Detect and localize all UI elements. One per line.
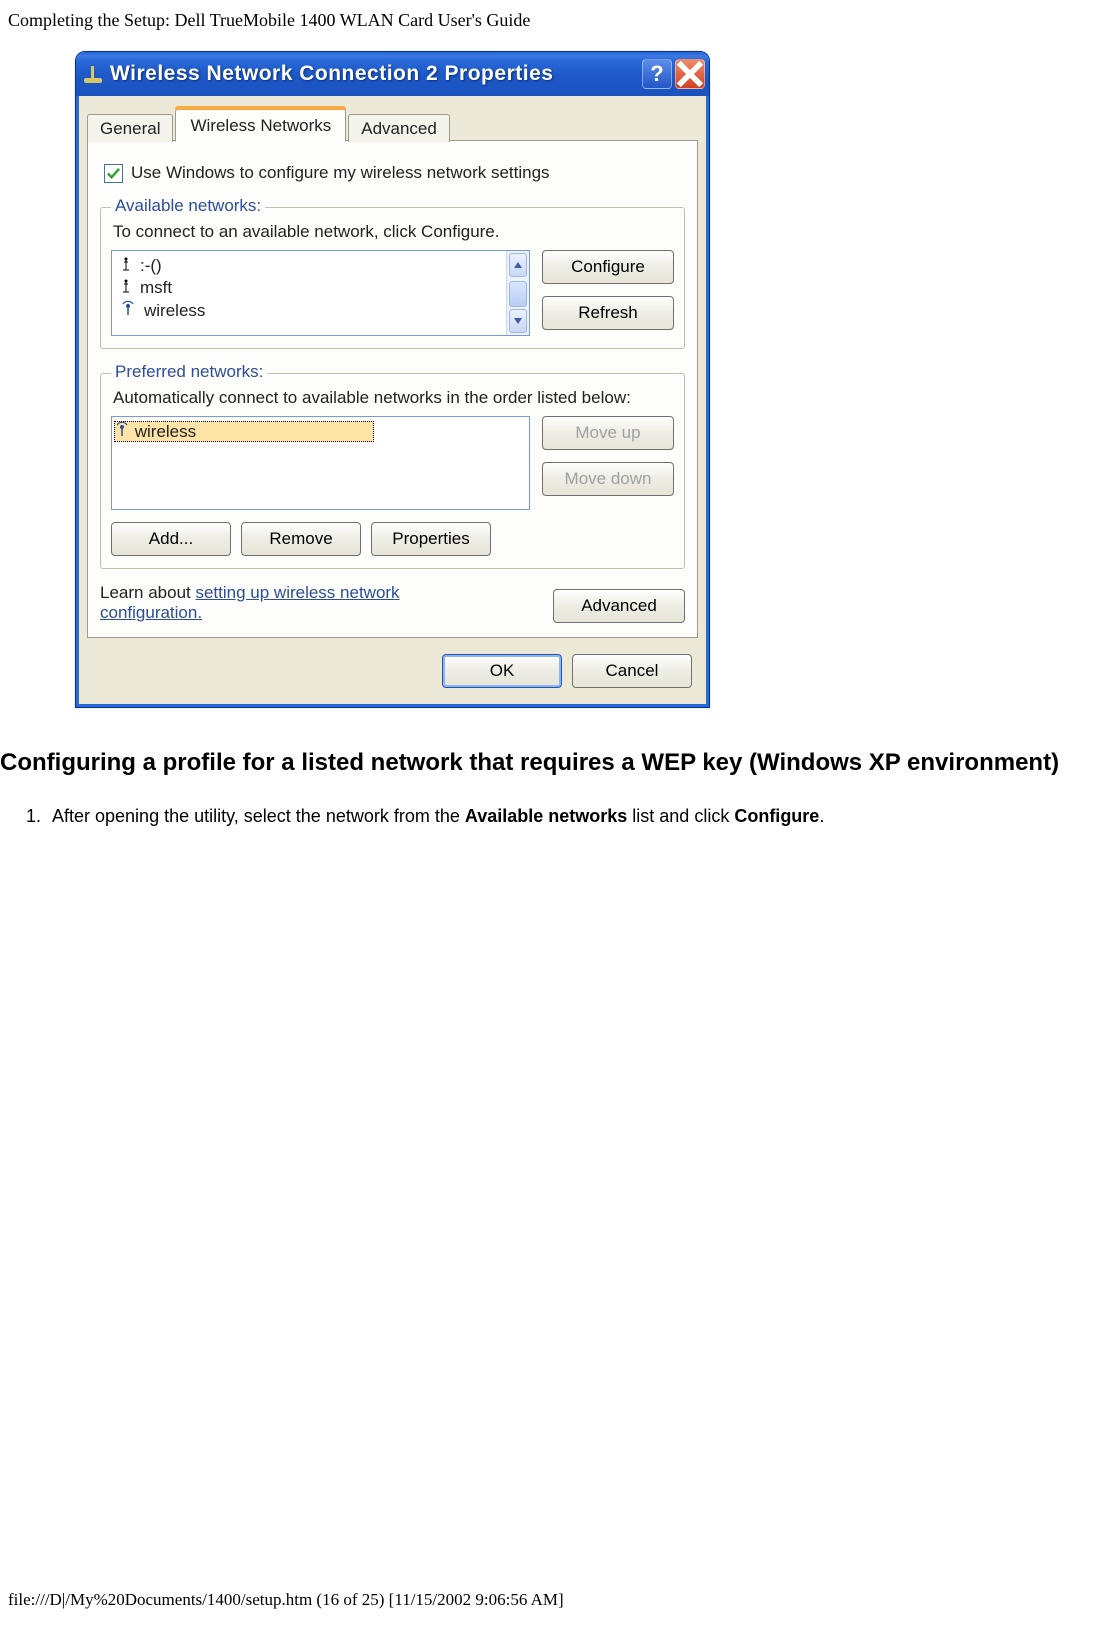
properties-button[interactable]: Properties — [371, 522, 491, 556]
preferred-networks-title: Preferred networks: — [111, 362, 267, 382]
steps-list: After opening the utility, select the ne… — [46, 806, 1094, 827]
use-windows-label: Use Windows to configure my wireless net… — [131, 163, 550, 183]
close-button[interactable] — [675, 59, 705, 89]
tab-advanced[interactable]: Advanced — [348, 114, 450, 142]
tower-icon — [120, 256, 132, 276]
available-item-2[interactable]: wireless — [112, 299, 506, 322]
scroll-up-button[interactable] — [509, 253, 527, 277]
tab-strip: General Wireless Networks Advanced — [87, 108, 698, 141]
preferred-networks-desc: Automatically connect to available netwo… — [113, 388, 674, 408]
cancel-button[interactable]: Cancel — [572, 654, 692, 688]
learn-text: Learn about setting up wireless network … — [100, 583, 460, 623]
available-scrollbar[interactable] — [506, 251, 529, 335]
antenna-icon — [114, 422, 135, 441]
document-header: Completing the Setup: Dell TrueMobile 14… — [0, 10, 1094, 51]
tab-wireless-networks[interactable]: Wireless Networks — [175, 109, 346, 142]
preferred-item-0[interactable]: wireless — [114, 421, 374, 442]
scroll-down-button[interactable] — [509, 309, 527, 333]
window-titlebar[interactable]: Wireless Network Connection 2 Properties… — [76, 52, 709, 96]
remove-button[interactable]: Remove — [241, 522, 361, 556]
advanced-button[interactable]: Advanced — [553, 589, 685, 623]
antenna-icon — [120, 300, 136, 321]
available-item-1[interactable]: msft — [112, 277, 506, 299]
wireless-icon — [84, 65, 102, 83]
xp-properties-window: Wireless Network Connection 2 Properties… — [75, 51, 710, 708]
refresh-button[interactable]: Refresh — [542, 296, 674, 330]
ok-button[interactable]: OK — [442, 654, 562, 688]
move-up-button[interactable]: Move up — [542, 416, 674, 450]
preferred-networks-list[interactable]: wireless — [111, 416, 530, 510]
window-title: Wireless Network Connection 2 Properties — [110, 62, 639, 86]
tower-icon — [120, 278, 132, 298]
section-heading: Configuring a profile for a listed netwo… — [0, 748, 1094, 778]
document-footer: file:///D|/My%20Documents/1400/setup.htm… — [8, 1590, 564, 1610]
available-networks-title: Available networks: — [111, 196, 265, 216]
help-button[interactable]: ? — [642, 59, 672, 89]
preferred-networks-group: Preferred networks: Automatically connec… — [100, 373, 685, 569]
tab-content: Use Windows to configure my wireless net… — [87, 140, 698, 638]
available-item-0[interactable]: :-() — [112, 255, 506, 277]
add-button[interactable]: Add... — [111, 522, 231, 556]
use-windows-checkbox[interactable] — [104, 164, 123, 183]
available-networks-desc: To connect to an available network, clic… — [113, 222, 674, 242]
available-networks-group: Available networks: To connect to an ava… — [100, 207, 685, 349]
available-networks-list[interactable]: :-() msft — [111, 250, 530, 336]
tab-general[interactable]: General — [87, 114, 173, 142]
step-1: After opening the utility, select the ne… — [46, 806, 1094, 827]
configure-button[interactable]: Configure — [542, 250, 674, 284]
move-down-button[interactable]: Move down — [542, 462, 674, 496]
scroll-track[interactable] — [507, 279, 529, 307]
scroll-thumb[interactable] — [509, 281, 527, 307]
